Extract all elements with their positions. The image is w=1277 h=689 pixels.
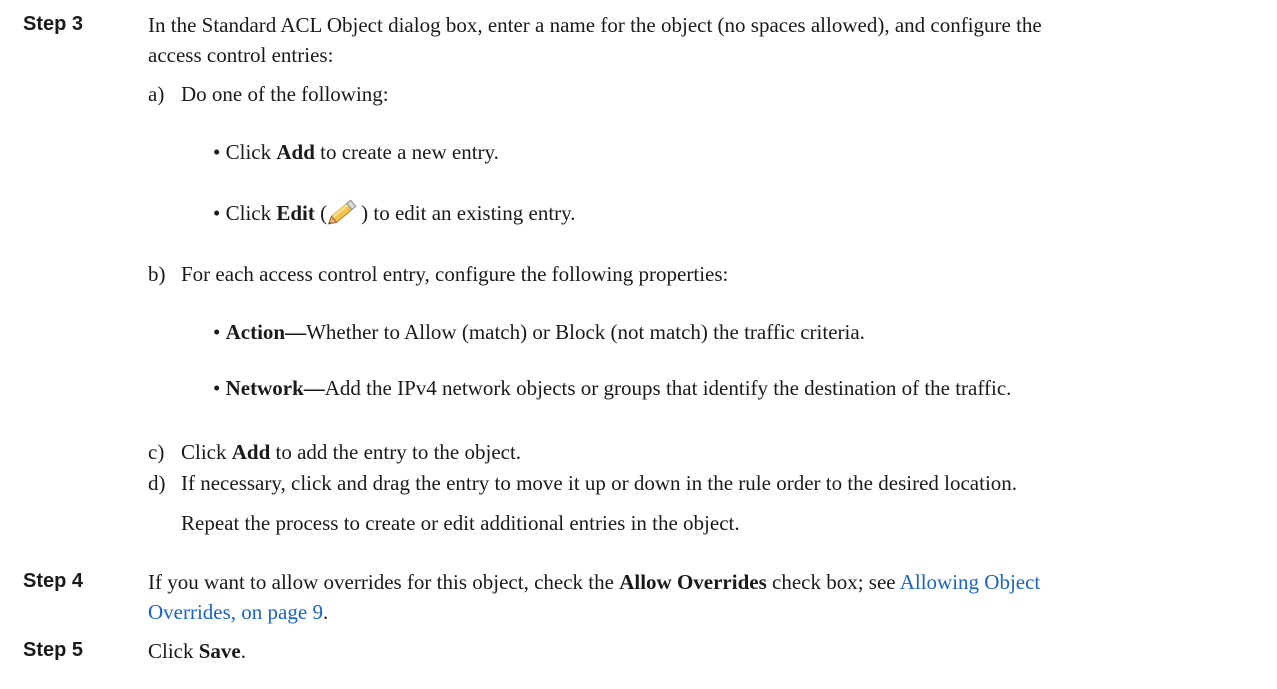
substep-a-marker: a) [148,82,165,106]
substep-b-marker: b) [148,262,166,286]
bullet-text: • Click [213,140,277,164]
bullet-text: to edit an existing entry. [368,201,576,225]
bullet-text: • [213,376,226,400]
substep-d-text: If necessary, click and drag the entry t… [181,471,1018,495]
step-4-middle: check box; see [766,570,900,594]
step-3-intro-line-1: In the Standard ACL Object dialog box, e… [148,13,1042,37]
edit-keyword: Edit [276,201,315,225]
step-3-intro-line-2: access control entries: [148,43,334,67]
substep-d: d) If necessary, click and drag the entr… [148,471,1017,496]
bullet-text: to create a new entry. [314,140,499,164]
substep-c-marker: c) [148,440,165,464]
add-keyword: Add [231,440,271,464]
bullet-text: Whether to Allow (match) or Block (not m… [306,320,865,344]
bullet-network: • Network—Add the IPv4 network objects o… [213,376,1011,401]
substep-a: a) Do one of the following: [148,82,389,107]
bullet-edit-entry: • Click Edit ( ) to edit an existing ent… [213,196,576,226]
save-keyword: Save [198,639,241,663]
em-dash: — [285,320,307,344]
bullet-text: Add the IPv4 network objects or groups t… [324,376,1012,400]
action-keyword: Action [225,320,286,344]
substep-b-text: For each access control entry, configure… [181,262,729,286]
substep-c-prefix: Click [181,440,232,464]
allow-overrides-keyword: Allow Overrides [619,570,767,594]
step-4-line-2: Overrides, on page 9. [148,600,328,625]
step-5-end: . [240,639,246,663]
bullet-action: • Action—Whether to Allow (match) or Blo… [213,320,865,345]
paren-open: ( [314,201,328,225]
substep-b: b) For each access control entry, config… [148,262,728,287]
step-4-line-1: If you want to allow overrides for this … [148,570,1040,595]
step-4-end: . [322,600,329,624]
step-5-label: Step 5 [23,639,84,661]
step-5-text: Click Save. [148,639,246,664]
bullet-text: • Click [213,201,277,225]
step-3-label: Step 3 [23,13,84,35]
substep-d-marker: d) [148,471,166,495]
step-4-label: Step 4 [23,570,84,592]
bullet-text: • [213,320,226,344]
substep-d-note: Repeat the process to create or edit add… [181,511,740,535]
pencil-icon [327,196,361,226]
allowing-object-overrides-link-cont[interactable]: Overrides, on page 9 [148,600,323,624]
network-keyword: Network [225,376,304,400]
bullet-add-entry: • Click Add to create a new entry. [213,140,499,165]
substep-a-text: Do one of the following: [181,82,389,106]
substep-c: c) Click Add to add the entry to the obj… [148,440,521,465]
step-4-prefix: If you want to allow overrides for this … [148,570,620,594]
step-5-prefix: Click [148,639,199,663]
add-keyword: Add [276,140,315,164]
substep-c-text: Click Add to add the entry to the object… [181,440,521,465]
substep-c-suffix: to add the entry to the object. [270,440,522,464]
em-dash: — [303,376,325,400]
allowing-object-overrides-link[interactable]: Allowing Object [900,570,1041,594]
